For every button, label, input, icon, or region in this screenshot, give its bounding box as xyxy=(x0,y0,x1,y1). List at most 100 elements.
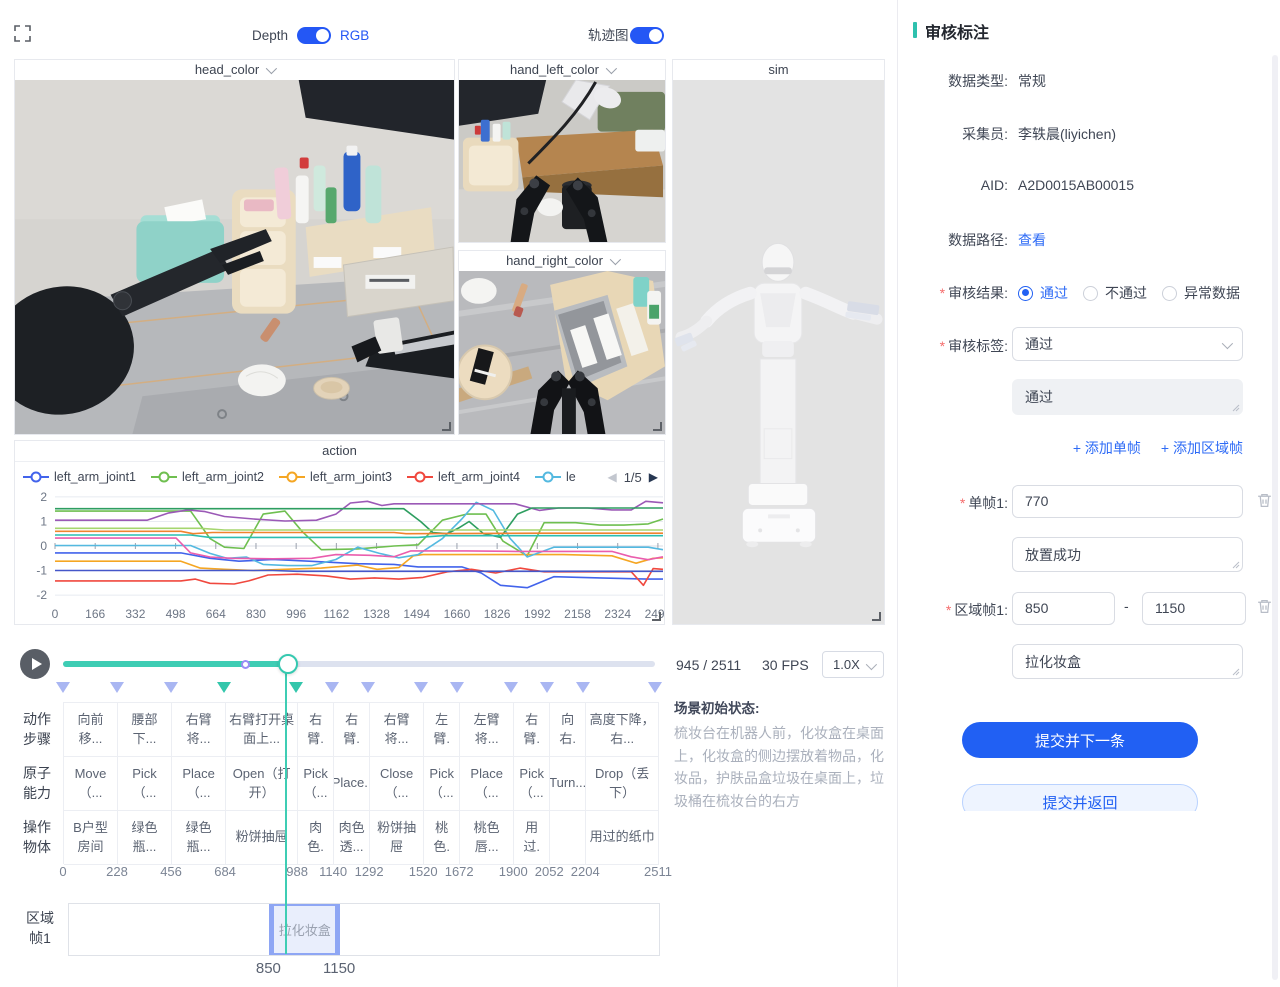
timeline-marker-1140[interactable] xyxy=(325,682,339,693)
timeline-marker-456[interactable] xyxy=(164,682,178,693)
hand-left-camera-select[interactable]: hand_left_color xyxy=(459,60,665,81)
step-cell-r2-c2[interactable]: 绿色瓶... xyxy=(172,811,226,865)
legend-next-icon[interactable]: ▶ xyxy=(649,470,658,484)
panel-resize-handle[interactable] xyxy=(653,422,662,431)
delete-region-frame-icon[interactable] xyxy=(1256,598,1273,615)
radio-selected-icon[interactable] xyxy=(1018,286,1033,301)
legend-item-left_arm_joint1[interactable]: left_arm_joint1 xyxy=(23,470,136,484)
timeline-marker-0[interactable] xyxy=(56,682,70,693)
radio-abnormal-label[interactable]: 异常数据 xyxy=(1184,283,1240,303)
hand-right-camera-select[interactable]: hand_right_color xyxy=(459,251,665,272)
step-cell-r0-c5[interactable]: 右臂. xyxy=(334,703,370,757)
step-cell-r1-c9[interactable]: Pick（... xyxy=(514,757,550,811)
step-cell-r2-c6[interactable]: 粉饼抽屉 xyxy=(370,811,424,865)
step-cell-r0-c7[interactable]: 左臂. xyxy=(424,703,460,757)
panel-resize-handle[interactable] xyxy=(652,612,661,621)
timeline-marker-1292[interactable] xyxy=(361,682,375,693)
step-cell-r1-c7[interactable]: Pick（... xyxy=(424,757,460,811)
single-frame-note-textarea[interactable]: 放置成功 xyxy=(1012,537,1243,572)
review-result-label: *审核结果: xyxy=(880,283,1008,303)
step-cell-r1-c4[interactable]: Pick（... xyxy=(298,757,334,811)
radio-option-fail[interactable]: 不通过 xyxy=(1083,283,1147,303)
speed-select[interactable]: 1.0X xyxy=(822,651,884,678)
radio-option-pass[interactable]: 通过 xyxy=(1018,283,1068,303)
timeline-marker-2511[interactable] xyxy=(648,682,662,693)
depth-rgb-toggle[interactable] xyxy=(297,27,331,44)
region-segment[interactable]: 拉化妆盒 xyxy=(269,904,340,955)
region-frame-end-input[interactable]: 1150 xyxy=(1142,592,1246,625)
timeline-marker-1520[interactable] xyxy=(414,682,428,693)
radio-icon[interactable] xyxy=(1083,286,1098,301)
legend-item-left_arm_joint3[interactable]: left_arm_joint3 xyxy=(279,470,392,484)
legend-item-left_arm_joint4[interactable]: left_arm_joint4 xyxy=(407,470,520,484)
step-cell-r1-c8[interactable]: Place（... xyxy=(460,757,514,811)
radio-icon[interactable] xyxy=(1162,286,1177,301)
step-cell-r2-c9[interactable]: 用过. xyxy=(514,811,550,865)
step-cell-r1-c10[interactable]: Turn... xyxy=(550,757,586,811)
timeline-marker-684[interactable] xyxy=(217,682,231,693)
fullscreen-button[interactable] xyxy=(14,25,31,42)
timeline-marker-1900[interactable] xyxy=(504,682,518,693)
step-cell-r0-c4[interactable]: 右臂. xyxy=(298,703,334,757)
region-end-tick: 1150 xyxy=(323,960,355,977)
region-frame-start-input[interactable]: 850 xyxy=(1012,592,1115,625)
step-cell-r0-c2[interactable]: 右臂将... xyxy=(172,703,226,757)
submit-next-button[interactable]: 提交并下一条 xyxy=(962,722,1198,758)
trajectory-toggle[interactable] xyxy=(630,27,664,44)
step-cell-r2-c8[interactable]: 桃色唇... xyxy=(460,811,514,865)
step-cell-r0-c11[interactable]: 高度下降，右... xyxy=(586,703,659,757)
timeline-marker-228[interactable] xyxy=(110,682,124,693)
review-tag-note-textarea[interactable]: 通过 xyxy=(1012,379,1243,415)
head-camera-select[interactable]: head_color xyxy=(15,60,454,81)
step-cell-r0-c3[interactable]: 右臂打开桌面上... xyxy=(226,703,298,757)
step-cell-r0-c9[interactable]: 右臂. xyxy=(514,703,550,757)
add-region-frame-link[interactable]: + 添加区域帧 xyxy=(1161,438,1243,458)
chevron-down-icon xyxy=(606,63,617,74)
resize-grip-icon xyxy=(1232,404,1240,412)
add-single-frame-link[interactable]: + 添加单帧 xyxy=(1073,438,1141,458)
speed-value: 1.0X xyxy=(833,657,860,672)
step-cell-r0-c10[interactable]: 向右. xyxy=(550,703,586,757)
step-cell-r2-c4[interactable]: 肉色. xyxy=(298,811,334,865)
radio-option-abnormal[interactable]: 异常数据 xyxy=(1162,283,1240,303)
right-panel-scrollbar[interactable] xyxy=(1272,55,1278,980)
timeline-marker-2052[interactable] xyxy=(540,682,554,693)
svg-text:664: 664 xyxy=(206,607,226,621)
data-path-link[interactable]: 查看 xyxy=(1018,230,1046,250)
step-cell-r2-c10[interactable] xyxy=(550,811,586,865)
timeline-marker-2204[interactable] xyxy=(576,682,590,693)
step-cell-r0-c0[interactable]: 向前移... xyxy=(64,703,118,757)
step-cell-r2-c11[interactable]: 用过的纸巾 xyxy=(586,811,659,865)
step-cell-r2-c3[interactable]: 粉饼抽屉 xyxy=(226,811,298,865)
panel-resize-handle[interactable] xyxy=(442,422,451,431)
radio-fail-label[interactable]: 不通过 xyxy=(1105,283,1147,303)
step-cell-r2-c1[interactable]: 绿色瓶... xyxy=(118,811,172,865)
step-cell-r1-c5[interactable]: Place.. xyxy=(334,757,370,811)
step-cell-r1-c3[interactable]: Open（打开） xyxy=(226,757,298,811)
submit-back-button[interactable]: 提交并返回 xyxy=(962,784,1198,811)
step-cell-r0-c1[interactable]: 腰部下... xyxy=(118,703,172,757)
review-tag-select[interactable]: 通过 xyxy=(1012,327,1243,361)
step-cell-r1-c1[interactable]: Pick（... xyxy=(118,757,172,811)
step-cell-r2-c5[interactable]: 肉色透... xyxy=(334,811,370,865)
timeline-marker-988[interactable] xyxy=(289,682,303,693)
step-cell-r1-c11[interactable]: Drop（丢下） xyxy=(586,757,659,811)
step-cell-r2-c7[interactable]: 桃色. xyxy=(424,811,460,865)
legend-item-le[interactable]: le xyxy=(535,470,576,484)
delete-single-frame-icon[interactable] xyxy=(1256,492,1273,509)
step-cell-r1-c0[interactable]: Move（... xyxy=(64,757,118,811)
legend-item-left_arm_joint2[interactable]: left_arm_joint2 xyxy=(151,470,264,484)
step-cell-r1-c2[interactable]: Place（... xyxy=(172,757,226,811)
legend-prev-icon[interactable]: ◀ xyxy=(607,470,616,484)
step-cell-r2-c0[interactable]: B户型房间 xyxy=(64,811,118,865)
step-cell-r0-c6[interactable]: 右臂将... xyxy=(370,703,424,757)
step-cell-r0-c8[interactable]: 左臂将... xyxy=(460,703,514,757)
region-frame-note-textarea[interactable]: 拉化妆盒 xyxy=(1012,644,1243,679)
play-button[interactable] xyxy=(20,649,50,679)
step-cell-r1-c6[interactable]: Close（... xyxy=(370,757,424,811)
timeline-marker-1672[interactable] xyxy=(450,682,464,693)
timeline-slider-handle[interactable] xyxy=(278,654,298,674)
single-frame-input[interactable]: 770 xyxy=(1012,485,1243,518)
row-label-action-steps: 动作步骤 xyxy=(22,709,52,750)
radio-pass-label[interactable]: 通过 xyxy=(1040,283,1068,303)
